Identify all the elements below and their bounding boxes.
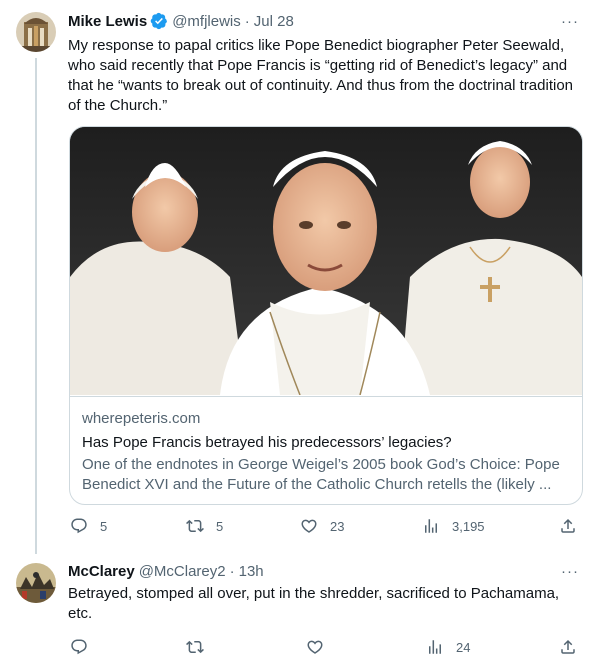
- retweet-button[interactable]: [186, 637, 204, 657]
- views-count: 24: [456, 639, 471, 655]
- reply-button[interactable]: 5: [70, 516, 107, 536]
- more-icon[interactable]: ···: [560, 11, 580, 31]
- share-icon: [561, 518, 575, 533]
- avatar[interactable]: [16, 563, 56, 603]
- reply-button[interactable]: [70, 637, 88, 657]
- card-title: Has Pope Francis betrayed his predecesso…: [82, 434, 452, 451]
- more-icon[interactable]: ···: [560, 561, 580, 581]
- author-name[interactable]: Mike Lewis: [68, 13, 147, 30]
- link-preview-card[interactable]: wherepeteris.com Has Pope Francis betray…: [69, 126, 583, 505]
- views-icon: [429, 640, 441, 654]
- views-button[interactable]: 24: [426, 637, 470, 657]
- reply-icon: [71, 639, 87, 655]
- avatar[interactable]: [16, 12, 56, 52]
- like-count: 23: [330, 518, 345, 534]
- tweet-timestamp[interactable]: Jul 28: [254, 13, 294, 30]
- tweet-timestamp[interactable]: 13h: [239, 563, 264, 580]
- tweet-actions: 5 5 23 3,195: [68, 516, 583, 536]
- share-button[interactable]: [559, 516, 577, 536]
- tweet-text: Betrayed, stomped all over, put in the s…: [68, 585, 560, 622]
- card-description: One of the endnotes in George Weigel’s 2…: [82, 456, 560, 493]
- reply-count: 5: [100, 518, 108, 534]
- tweet-mike-lewis[interactable]: Mike Lewis @mfjlewis · Jul 28 ··· My res…: [0, 0, 598, 550]
- tweet-mcclarey[interactable]: McClarey @McClarey2 · 13h ··· Betrayed, …: [0, 555, 598, 665]
- retweet-count: 5: [216, 518, 224, 534]
- separator: ·: [229, 562, 235, 580]
- views-icon: [425, 519, 437, 533]
- like-button[interactable]: [306, 637, 324, 657]
- verified-badge-icon: [150, 12, 168, 30]
- card-image: [70, 127, 582, 395]
- retweet-icon: [186, 519, 204, 533]
- tweet-header: Mike Lewis @mfjlewis · Jul 28: [68, 11, 294, 31]
- like-icon: [301, 519, 317, 533]
- tweet-text: My response to papal critics like Pope B…: [68, 37, 574, 114]
- share-button[interactable]: [559, 637, 577, 657]
- views-button[interactable]: 3,195: [422, 516, 485, 536]
- retweet-button[interactable]: 5: [186, 516, 223, 536]
- like-button[interactable]: 23: [300, 516, 344, 536]
- author-name[interactable]: McClarey: [68, 563, 135, 580]
- tweet-actions: 24: [68, 637, 583, 657]
- card-domain: wherepeteris.com: [82, 410, 201, 427]
- reply-icon: [71, 518, 87, 534]
- retweet-icon: [186, 640, 204, 654]
- share-icon: [561, 639, 575, 654]
- separator: ·: [244, 12, 250, 30]
- author-handle[interactable]: @McClarey2: [139, 563, 226, 580]
- views-count: 3,195: [452, 518, 485, 534]
- author-handle[interactable]: @mfjlewis: [172, 13, 241, 30]
- tweet-header: McClarey @McClarey2 · 13h: [68, 561, 264, 581]
- like-icon: [307, 640, 323, 654]
- card-body: wherepeteris.com Has Pope Francis betray…: [70, 396, 582, 495]
